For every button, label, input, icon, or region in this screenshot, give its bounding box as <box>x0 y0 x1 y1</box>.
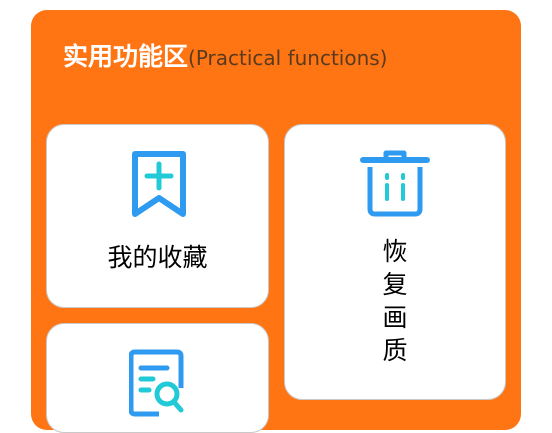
restore-quality-label: 恢 复 画 质 <box>285 235 505 367</box>
restore-quality-char: 恢 <box>382 237 408 266</box>
restore-quality-char: 复 <box>382 270 408 299</box>
practical-functions-panel: 实用功能区(Practical functions) 我的收藏 恢 复 画 质 <box>31 10 521 433</box>
bookmark-add-icon <box>131 150 187 218</box>
restore-quality-card[interactable]: 恢 复 画 质 <box>284 124 506 400</box>
panel-subtitle: (Practical functions) <box>188 46 388 70</box>
my-favorites-card[interactable]: 我的收藏 <box>46 124 269 308</box>
restore-quality-char: 画 <box>382 303 408 332</box>
my-favorites-label: 我的收藏 <box>107 243 208 272</box>
restore-quality-char: 质 <box>382 336 408 365</box>
trash-icon <box>360 147 430 217</box>
panel-title: 实用功能区 <box>63 42 189 71</box>
document-search-icon <box>129 348 187 418</box>
document-search-card[interactable] <box>46 323 269 433</box>
panel-header: 实用功能区(Practical functions) <box>63 37 388 73</box>
